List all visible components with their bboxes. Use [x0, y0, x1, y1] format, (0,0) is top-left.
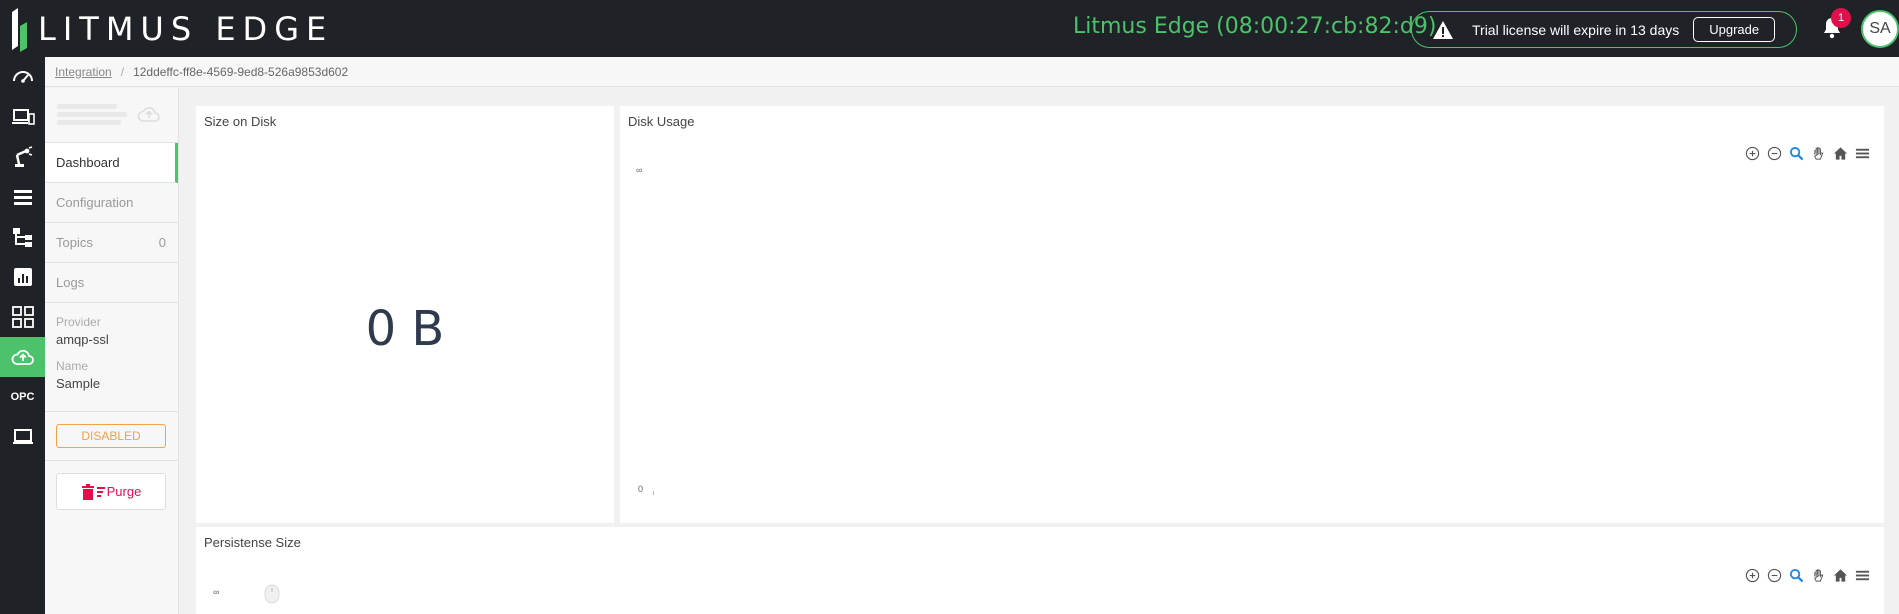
topics-count: 0	[158, 235, 166, 250]
warning-icon	[1433, 20, 1453, 39]
subnav-label: Dashboard	[56, 155, 120, 170]
connector-header	[45, 88, 178, 143]
breadcrumb-separator: /	[120, 64, 125, 79]
nav-opc[interactable]: OPC	[0, 377, 45, 417]
avatar[interactable]: SA	[1861, 10, 1899, 48]
device-label: Litmus Edge (08:00:27:cb:82:d9)	[1073, 14, 1437, 39]
opc-icon: OPC	[10, 391, 35, 403]
purge-section: Purge	[45, 461, 178, 522]
breadcrumb-current: 12ddeffc-ff8e-4569-9ed8-526a9853d602	[133, 64, 349, 79]
subnav-dashboard[interactable]: Dashboard	[45, 143, 178, 183]
nav-flows[interactable]	[0, 217, 45, 257]
trial-banner: Trial license will expire in 13 days Upg…	[1411, 11, 1797, 48]
name-label: Name	[56, 359, 89, 373]
integration-subnav: Dashboard Configuration Topics 0 Logs Pr…	[45, 88, 179, 614]
flows-icon	[12, 228, 32, 247]
subnav-label: Logs	[56, 275, 85, 290]
lines-icon	[96, 486, 105, 497]
subnav-configuration[interactable]: Configuration	[45, 183, 178, 223]
litmus-logo-icon	[12, 7, 27, 52]
logo-text: LITMUS EDGE	[38, 9, 334, 48]
x-axis-tick-mark	[653, 491, 654, 495]
dashboard-icon	[12, 71, 33, 83]
panel-title: Disk Usage	[628, 114, 695, 129]
top-bar: LITMUS EDGE Litmus Edge (08:00:27:cb:82:…	[0, 0, 1899, 57]
list-icon	[13, 190, 32, 205]
breadcrumb-integration-link[interactable]: Integration	[55, 65, 112, 79]
robot-arm-icon	[14, 146, 32, 167]
nav-system[interactable]	[0, 417, 45, 457]
nav-applications[interactable]	[0, 297, 45, 337]
menu-icon[interactable]	[1854, 567, 1870, 583]
left-nav: OPC	[0, 57, 45, 614]
y-axis-bottom-tick: 0	[638, 484, 644, 494]
trial-text: Trial license will expire in 13 days	[1472, 21, 1680, 38]
home-reset-icon[interactable]	[1832, 567, 1848, 583]
home-reset-icon[interactable]	[1832, 145, 1848, 161]
zoom-out-icon[interactable]	[1766, 145, 1782, 161]
zoom-selection-icon[interactable]	[1788, 567, 1804, 583]
analytics-icon	[13, 268, 32, 286]
subnav-topics[interactable]: Topics 0	[45, 223, 178, 263]
apps-icon	[11, 306, 34, 328]
chart-toolbar	[1744, 567, 1870, 583]
nav-devicehub[interactable]	[0, 137, 45, 177]
upgrade-button[interactable]: Upgrade	[1693, 17, 1776, 42]
size-on-disk-value: 0 B	[365, 301, 445, 357]
y-axis-top-tick: ∞	[213, 587, 220, 597]
provider-label: Provider	[56, 315, 101, 329]
status-section: DISABLED	[45, 412, 178, 461]
laptop-icon	[12, 429, 33, 444]
breadcrumb: Integration / 12ddeffc-ff8e-4569-9ed8-52…	[45, 57, 1899, 87]
zoom-selection-icon[interactable]	[1788, 145, 1804, 161]
devices-icon	[11, 109, 35, 125]
cloud-upload-icon	[137, 107, 160, 122]
provider-value: amqp-ssl	[56, 332, 109, 347]
panel-title: Size on Disk	[204, 114, 277, 129]
y-axis-top-tick: ∞	[636, 165, 643, 175]
subnav-label: Topics	[56, 235, 93, 250]
status-badge[interactable]: DISABLED	[56, 424, 166, 448]
notification-badge[interactable]: 1	[1831, 8, 1851, 28]
purge-label: Purge	[106, 484, 142, 499]
zoom-out-icon[interactable]	[1766, 567, 1782, 583]
cloud-upload-icon	[11, 349, 34, 365]
persistence-size-panel: Persistense Size ∞	[196, 527, 1884, 614]
panel-title: Persistense Size	[204, 535, 301, 550]
logo[interactable]: LITMUS EDGE	[0, 0, 333, 57]
chart-toolbar	[1744, 145, 1870, 161]
subnav-logs[interactable]: Logs	[45, 263, 178, 303]
subnav-label: Configuration	[56, 195, 134, 210]
disk-usage-panel: Disk Usage ∞ 0	[620, 106, 1884, 523]
nav-devices[interactable]	[0, 97, 45, 137]
nav-analytics[interactable]	[0, 257, 45, 297]
nav-tags[interactable]	[0, 177, 45, 217]
pan-icon[interactable]	[1810, 145, 1826, 161]
placeholder-bar	[57, 104, 117, 109]
nav-dashboard[interactable]	[0, 57, 45, 97]
mouse-scroll-icon	[264, 584, 280, 604]
nav-integration[interactable]	[0, 337, 45, 377]
zoom-in-icon[interactable]	[1744, 145, 1760, 161]
size-on-disk-panel: Size on Disk 0 B	[196, 106, 614, 523]
zoom-in-icon[interactable]	[1744, 567, 1760, 583]
purge-button[interactable]: Purge	[56, 473, 166, 510]
placeholder-bar	[57, 112, 127, 117]
name-value: Sample	[56, 376, 101, 391]
menu-icon[interactable]	[1854, 145, 1870, 161]
pan-icon[interactable]	[1810, 567, 1826, 583]
connector-info: Provider amqp-ssl Name Sample	[45, 303, 178, 412]
trash-icon	[81, 483, 94, 500]
placeholder-bar	[57, 120, 121, 125]
